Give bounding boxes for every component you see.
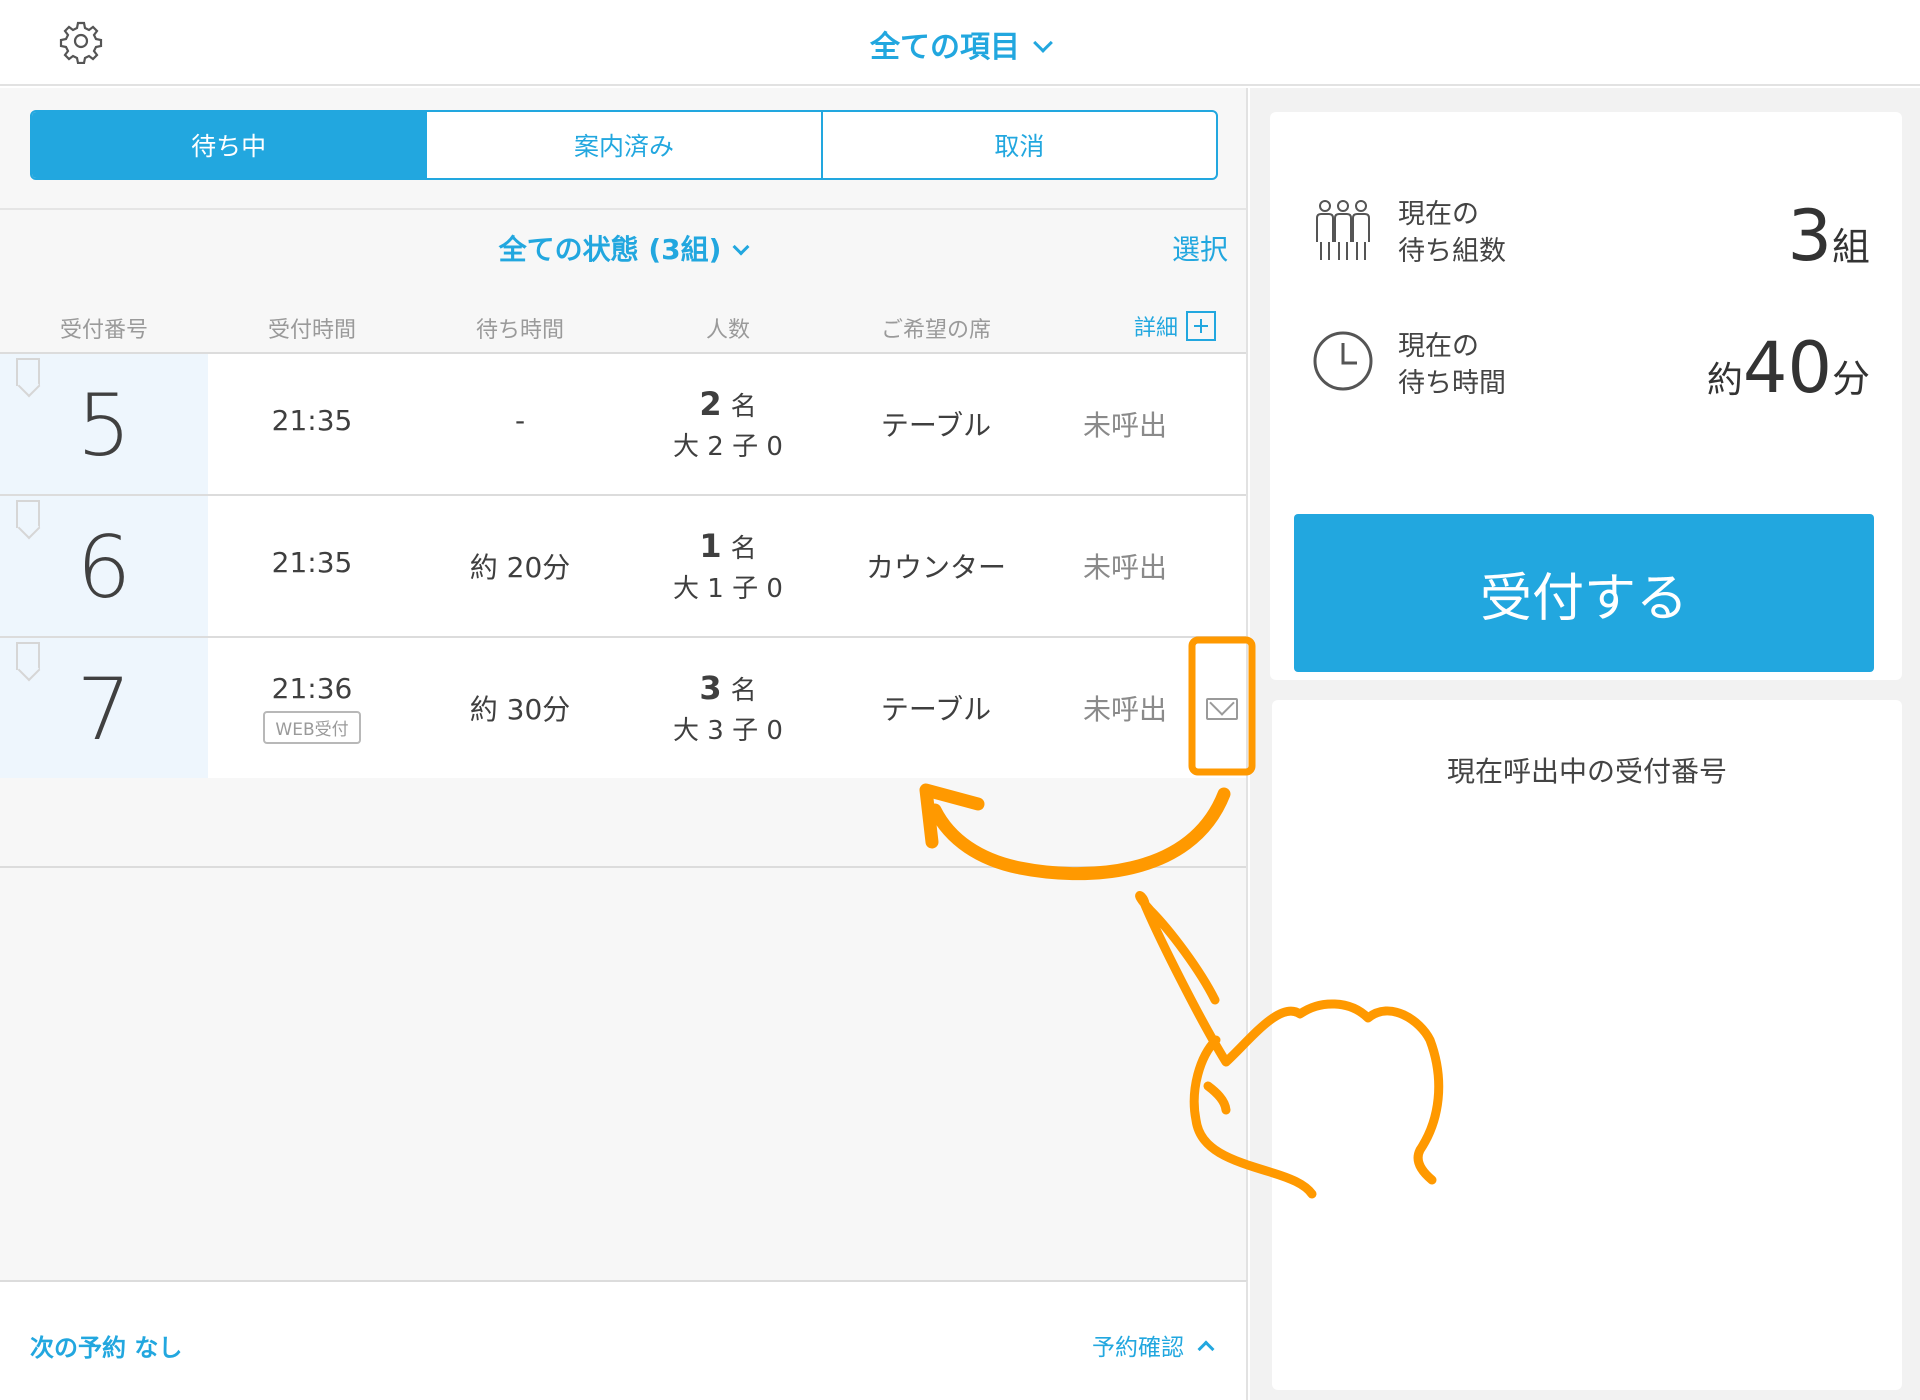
party-count: 1 — [699, 527, 722, 565]
wait-time-unit: 分 — [1831, 357, 1870, 401]
party-unit: 名 — [730, 534, 757, 564]
wait-time: - — [514, 404, 526, 437]
call-status: 未呼出 — [1082, 551, 1167, 584]
wait-time-label: 現在の 待ち時間 — [1398, 328, 1506, 402]
people-group-icon — [1316, 200, 1370, 260]
status-tabs: 待ち中 案内済み 取消 — [30, 110, 1218, 180]
chevron-down-icon — [732, 238, 750, 256]
top-bar: 全ての項目 — [0, 0, 1920, 86]
mail-icon[interactable] — [1206, 698, 1238, 720]
wait-time-number: 40 — [1742, 327, 1832, 409]
wait-time: 約 30分 — [469, 693, 571, 726]
next-reservation: 次の予約 なし — [30, 1334, 183, 1362]
table-row[interactable]: 6 21:35 約 20分 1 名 大 1 子 0 カウンター 未呼出 — [0, 494, 1246, 636]
calling-numbers-title: 現在呼出中の受付番号 — [1446, 755, 1727, 788]
party-size: 1 名 大 1 子 0 — [624, 526, 832, 609]
column-header-people: 人数 — [705, 318, 750, 343]
column-header-number: 受付番号 — [59, 318, 148, 343]
summary-panel: 現在の 待ち組数 3組 現在の 待ち時間 約40分 受付する 現在呼出中の受付番… — [1250, 88, 1920, 1400]
reception-time: 21:35 — [271, 546, 353, 579]
number-cell: 5 — [0, 354, 208, 494]
reception-number: 7 — [76, 660, 132, 760]
status-filter-dropdown[interactable]: 全ての状態 (3組) — [0, 228, 1246, 268]
reservation-bar: 次の予約 なし 予約確認 — [0, 1280, 1248, 1400]
wait-time-prefix: 約 — [1706, 360, 1743, 401]
waiting-groups-label-line1: 現在の — [1398, 199, 1479, 230]
party-breakdown: 大 2 子 0 — [673, 432, 783, 462]
call-status: 未呼出 — [1082, 409, 1167, 442]
table-row[interactable]: 7 21:36 WEB受付 約 30分 3 名 大 3 子 0 テーブル 未呼出 — [0, 636, 1246, 778]
number-cell: 6 — [0, 496, 208, 636]
party-unit: 名 — [730, 392, 757, 422]
column-header-seat: ご希望の席 — [880, 318, 991, 343]
stats-card: 現在の 待ち組数 3組 現在の 待ち時間 約40分 受付する — [1270, 112, 1902, 680]
reception-time: 21:36 — [271, 672, 353, 705]
waiting-groups-label-line2: 待ち組数 — [1398, 236, 1506, 267]
wait-time-stat: 現在の 待ち時間 約40分 — [1310, 328, 1870, 408]
clock-icon — [1313, 331, 1373, 391]
waiting-groups-count: 3 — [1787, 195, 1832, 277]
party-size: 2 名 大 2 子 0 — [624, 384, 832, 467]
chevron-down-icon — [1033, 33, 1053, 53]
chevron-up-icon — [1197, 1340, 1215, 1358]
detail-button[interactable]: 詳細 — [1134, 310, 1216, 342]
reservation-confirm-button[interactable]: 予約確認 — [1092, 1328, 1215, 1362]
status-filter-label: 全ての状態 (3組) — [498, 233, 722, 266]
detail-label: 詳細 — [1133, 316, 1178, 341]
number-cell: 7 — [0, 638, 208, 778]
waiting-groups-stat: 現在の 待ち組数 3組 — [1310, 196, 1870, 276]
divider — [0, 866, 1246, 868]
reception-number: 5 — [76, 376, 132, 476]
reservation-confirm-label: 予約確認 — [1092, 1335, 1184, 1361]
party-count: 3 — [699, 669, 722, 707]
waiting-groups-unit: 組 — [1831, 225, 1870, 269]
table-header: 受付番号 受付時間 待ち時間 人数 ご希望の席 詳細 — [0, 306, 1246, 354]
party-breakdown: 大 3 子 0 — [673, 716, 783, 746]
reception-time-cell: 21:36 WEB受付 — [208, 672, 416, 744]
queue-panel: 待ち中 案内済み 取消 全ての状態 (3組) 選択 受付番号 受付時間 待ち時間… — [0, 88, 1248, 1280]
wait-time-label-line1: 現在の — [1398, 331, 1479, 362]
wait-time-value: 約40分 — [1707, 328, 1870, 421]
table-row[interactable]: 5 21:35 - 2 名 大 2 子 0 テーブル 未呼出 — [0, 352, 1246, 494]
calling-numbers-card: 現在呼出中の受付番号 — [1272, 700, 1902, 1390]
wait-time: 約 20分 — [469, 551, 571, 584]
waiting-groups-value: 3組 — [1787, 196, 1870, 287]
party-size: 3 名 大 3 子 0 — [624, 668, 832, 751]
waiting-groups-label: 現在の 待ち組数 — [1398, 196, 1506, 270]
party-breakdown: 大 1 子 0 — [673, 574, 783, 604]
web-reception-badge: WEB受付 — [263, 711, 361, 744]
column-header-wait: 待ち時間 — [475, 318, 564, 343]
divider — [0, 208, 1246, 210]
tab-cancelled[interactable]: 取消 — [823, 112, 1216, 178]
party-unit: 名 — [730, 676, 757, 706]
receive-button[interactable]: 受付する — [1294, 514, 1874, 672]
call-status: 未呼出 — [1082, 693, 1167, 726]
reception-number: 6 — [76, 518, 132, 618]
party-count: 2 — [699, 385, 722, 423]
column-header-time: 受付時間 — [267, 318, 356, 343]
category-dropdown[interactable]: 全ての項目 — [0, 22, 1920, 66]
plus-icon — [1186, 311, 1216, 341]
tab-waiting[interactable]: 待ち中 — [32, 112, 428, 178]
seat-preference: カウンター — [865, 551, 1006, 584]
seat-preference: テーブル — [880, 409, 992, 442]
tab-guided[interactable]: 案内済み — [427, 112, 823, 178]
seat-preference: テーブル — [880, 693, 992, 726]
category-dropdown-label: 全ての項目 — [870, 30, 1020, 65]
select-button[interactable]: 選択 — [1172, 228, 1228, 268]
wait-time-label-line2: 待ち時間 — [1398, 368, 1506, 399]
reception-time: 21:35 — [271, 404, 353, 437]
